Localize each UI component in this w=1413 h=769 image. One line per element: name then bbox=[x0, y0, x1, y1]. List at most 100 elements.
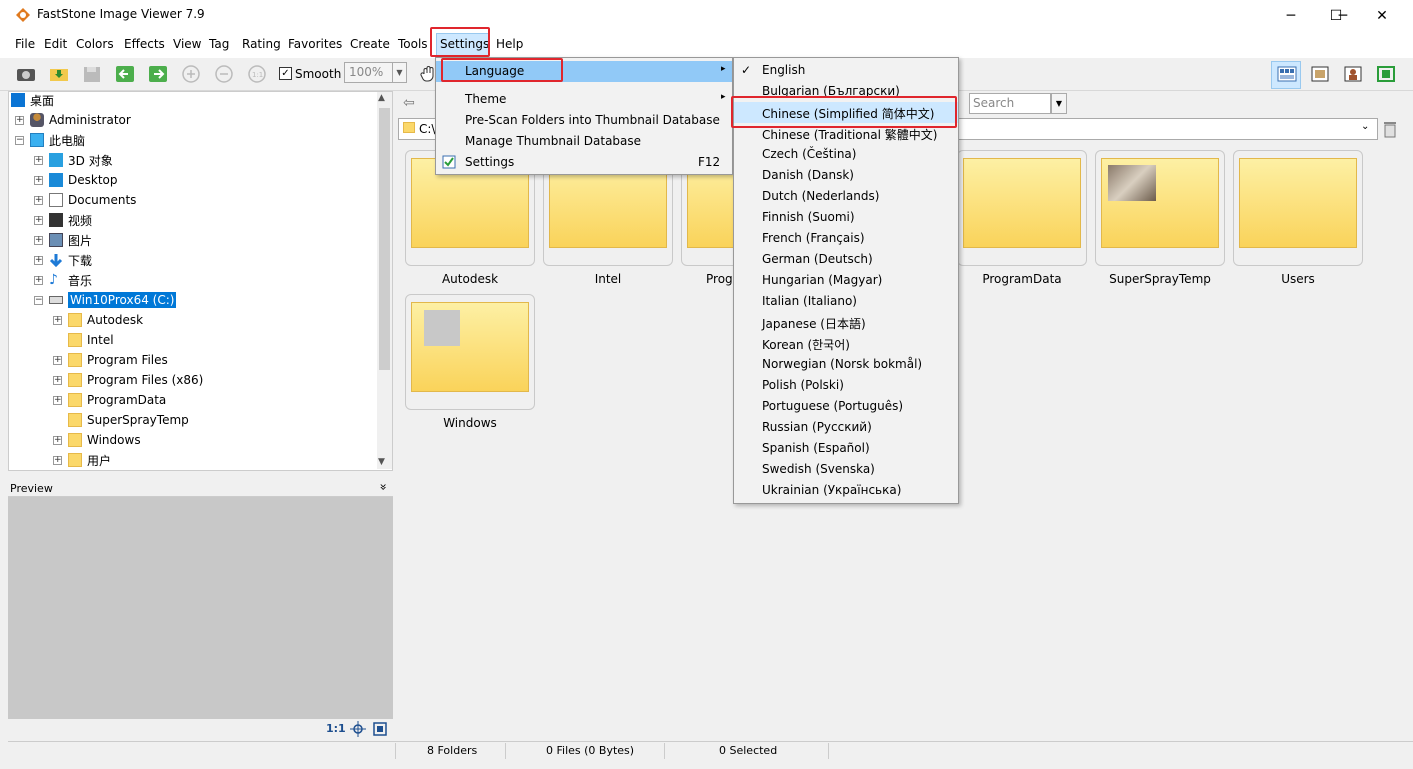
smooth-checkbox[interactable]: ✓ bbox=[279, 67, 292, 80]
folder-thumbnail[interactable] bbox=[957, 150, 1087, 266]
menu-edit[interactable]: Edit bbox=[44, 37, 67, 51]
tree-item-music[interactable]: + ♪ 音乐 bbox=[34, 270, 92, 290]
menu-tag[interactable]: Tag bbox=[209, 37, 229, 51]
tree-item-desktop-folder[interactable]: + Desktop bbox=[34, 170, 118, 190]
search-input[interactable]: Search bbox=[969, 93, 1051, 114]
language-item[interactable]: French (Français) bbox=[734, 228, 958, 249]
slideshow-view-icon[interactable] bbox=[1309, 64, 1331, 84]
fullscreen-preview-icon[interactable] bbox=[372, 721, 388, 740]
menu-favorites[interactable]: Favorites bbox=[288, 37, 342, 51]
close-button[interactable]: ✕ bbox=[1359, 0, 1405, 31]
language-item[interactable]: Polish (Polski) bbox=[734, 375, 958, 396]
fit-icon[interactable] bbox=[350, 721, 366, 740]
minimize-button-2[interactable]: ─ bbox=[1268, 0, 1314, 31]
tree-item-pictures[interactable]: + 图片 bbox=[34, 230, 92, 250]
language-item[interactable]: Italian (Italiano) bbox=[734, 291, 958, 312]
expand-icon[interactable]: + bbox=[34, 215, 43, 225]
language-item[interactable]: English bbox=[734, 60, 958, 81]
expand-icon[interactable]: + bbox=[53, 375, 62, 385]
menu-effects[interactable]: Effects bbox=[124, 37, 165, 51]
expand-icon[interactable]: + bbox=[53, 455, 62, 465]
expand-icon[interactable]: + bbox=[53, 315, 62, 325]
language-item[interactable]: Danish (Dansk) bbox=[734, 165, 958, 186]
expand-icon[interactable]: + bbox=[53, 395, 62, 405]
expand-icon[interactable]: + bbox=[34, 155, 43, 165]
language-item[interactable]: Swedish (Svenska) bbox=[734, 459, 958, 480]
menu-item-prescan[interactable]: Pre-Scan Folders into Thumbnail Database bbox=[436, 110, 732, 131]
zoom-out-icon[interactable] bbox=[213, 64, 235, 84]
menu-create[interactable]: Create bbox=[350, 37, 390, 51]
expand-icon[interactable]: + bbox=[34, 195, 43, 205]
menu-colors[interactable]: Colors bbox=[76, 37, 114, 51]
actual-size-icon[interactable]: 1:1 bbox=[246, 64, 268, 84]
tree-item-3d-objects[interactable]: +3D 对象 bbox=[34, 150, 113, 170]
browser-view-icon[interactable] bbox=[1276, 64, 1298, 84]
scroll-up-icon[interactable]: ▲ bbox=[378, 93, 385, 103]
menu-item-manage-db[interactable]: Manage Thumbnail Database bbox=[436, 131, 732, 152]
chevron-down-icon[interactable]: ▼ bbox=[1051, 93, 1067, 114]
menu-tools[interactable]: Tools bbox=[398, 37, 428, 51]
tree-item-administrator[interactable]: + Administrator bbox=[15, 110, 131, 130]
language-item[interactable]: Dutch (Nederlands) bbox=[734, 186, 958, 207]
folder-thumbnail[interactable] bbox=[405, 294, 535, 410]
maximize-button-2[interactable]: ☐ bbox=[1313, 0, 1359, 31]
person-view-icon[interactable] bbox=[1342, 64, 1364, 84]
tree-scroll-thumb[interactable] bbox=[379, 108, 390, 370]
language-item[interactable]: Korean (한국어) bbox=[734, 333, 958, 354]
scroll-down-icon[interactable]: ▼ bbox=[378, 457, 385, 467]
tree-item-superspraytemp[interactable]: SuperSprayTemp bbox=[68, 410, 189, 430]
collapse-icon[interactable]: − bbox=[34, 295, 43, 305]
folder-thumbnail[interactable] bbox=[1095, 150, 1225, 266]
collapse-icon[interactable]: » bbox=[377, 483, 391, 490]
expand-icon[interactable]: + bbox=[34, 275, 43, 285]
tree-item-program-files[interactable]: + Program Files bbox=[53, 350, 168, 370]
chevron-down-icon[interactable]: ▼ bbox=[392, 63, 406, 82]
tree-item-program-files-x86[interactable]: + Program Files (x86) bbox=[53, 370, 203, 390]
zoom-in-icon[interactable] bbox=[180, 64, 202, 84]
language-item[interactable]: Spanish (Español) bbox=[734, 438, 958, 459]
tree-item-documents[interactable]: + Documents bbox=[34, 190, 136, 210]
back-icon[interactable]: ⇦ bbox=[403, 95, 415, 111]
previous-icon[interactable] bbox=[114, 64, 136, 84]
expand-icon[interactable]: + bbox=[34, 255, 43, 265]
tree-item-intel[interactable]: Intel bbox=[68, 330, 114, 350]
tree-item-this-pc[interactable]: − 此电脑 bbox=[15, 130, 85, 150]
menu-view[interactable]: View bbox=[173, 37, 201, 51]
tree-item-desktop[interactable]: 桌面 bbox=[11, 90, 54, 110]
tree-item-videos[interactable]: + 视频 bbox=[34, 210, 92, 230]
language-item[interactable]: German (Deutsch) bbox=[734, 249, 958, 270]
language-item[interactable]: Portuguese (Português) bbox=[734, 396, 958, 417]
menu-help[interactable]: Help bbox=[496, 37, 523, 51]
language-item[interactable]: Hungarian (Magyar) bbox=[734, 270, 958, 291]
language-item[interactable]: Finnish (Suomi) bbox=[734, 207, 958, 228]
camera-icon[interactable] bbox=[15, 64, 37, 84]
tree-item-users[interactable]: + 用户 bbox=[53, 450, 111, 470]
folder-thumbnail[interactable] bbox=[1233, 150, 1363, 266]
save-icon[interactable] bbox=[81, 64, 103, 84]
expand-icon[interactable]: + bbox=[34, 175, 43, 185]
tree-item-autodesk[interactable]: + Autodesk bbox=[53, 310, 143, 330]
language-item[interactable]: Russian (Русский) bbox=[734, 417, 958, 438]
fullscreen-icon[interactable] bbox=[1375, 64, 1397, 84]
language-item[interactable]: Ukrainian (Українська) bbox=[734, 480, 958, 501]
menu-rating[interactable]: Rating bbox=[242, 37, 281, 51]
menu-item-settings[interactable]: Settings F12 bbox=[436, 152, 732, 173]
language-item[interactable]: Norwegian (Norsk bokmål) bbox=[734, 354, 958, 375]
menu-item-theme[interactable]: Theme ▸ bbox=[436, 89, 732, 110]
menu-file[interactable]: File bbox=[15, 37, 35, 51]
trash-icon[interactable] bbox=[1382, 120, 1398, 141]
tree-item-downloads[interactable]: + 下载 bbox=[34, 250, 92, 270]
next-icon[interactable] bbox=[147, 64, 169, 84]
open-folder-icon[interactable] bbox=[48, 64, 70, 84]
tree-item-c-drive[interactable]: − Win10Prox64 (C:) bbox=[34, 290, 177, 310]
expand-icon[interactable]: + bbox=[53, 355, 62, 365]
expand-icon[interactable]: + bbox=[34, 235, 43, 245]
expand-icon[interactable]: + bbox=[53, 435, 62, 445]
chevron-down-icon[interactable]: ⌄ bbox=[1361, 121, 1369, 132]
expand-icon[interactable]: + bbox=[15, 115, 24, 125]
collapse-icon[interactable]: − bbox=[15, 135, 24, 145]
language-item[interactable]: Japanese (日本語) bbox=[734, 312, 958, 333]
tree-item-windows[interactable]: + Windows bbox=[53, 430, 141, 450]
tree-item-programdata[interactable]: + ProgramData bbox=[53, 390, 166, 410]
actual-size-button[interactable]: 1:1 bbox=[326, 722, 346, 735]
